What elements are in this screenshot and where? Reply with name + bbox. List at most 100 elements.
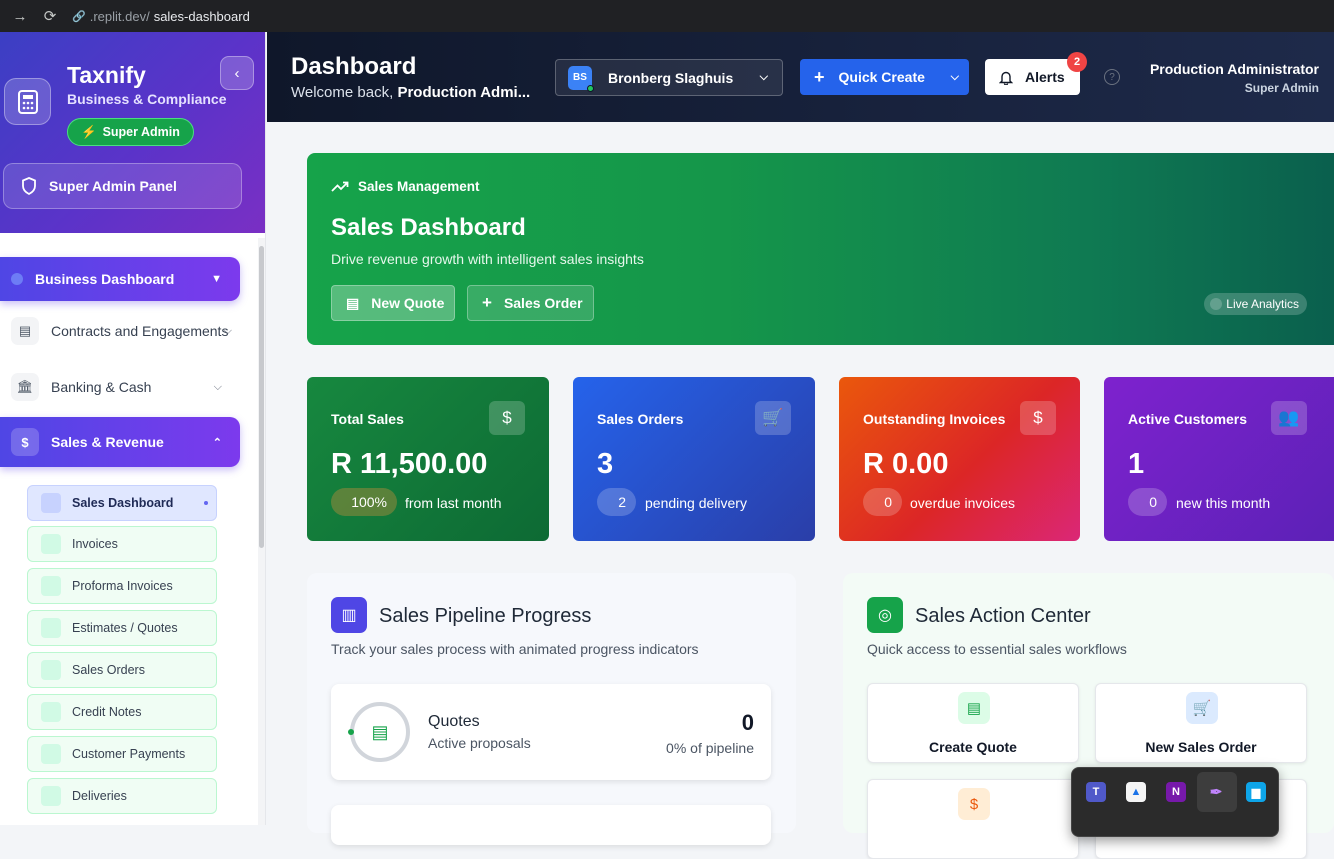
action-label: Create Quote: [929, 739, 1017, 755]
alerts-label: Alerts: [1025, 69, 1065, 85]
subitem-sales-orders[interactable]: Sales Orders: [27, 652, 217, 688]
chevron-up-icon: ⌃: [212, 436, 222, 449]
url-path: sales-dashboard: [153, 8, 250, 24]
reload-icon[interactable]: ⟳: [42, 8, 58, 25]
sidebar-item-label: Business Dashboard: [35, 271, 175, 287]
alerts-button[interactable]: Alerts 2: [985, 52, 1087, 95]
stat-card-sales-orders[interactable]: Sales Orders 🛒 3 2 pending delivery: [573, 377, 815, 541]
document-icon: ▤: [11, 317, 39, 345]
bank-icon: 🏛: [11, 373, 39, 401]
dashboard-dot-icon: [11, 273, 23, 285]
sidebar-header: Taxnify Business & Compliance ⚡ Super Adm…: [0, 32, 265, 233]
subitem-proforma-invoices[interactable]: Proforma Invoices: [27, 568, 217, 604]
sidebar-item-contracts[interactable]: ▤ Contracts and Engagements ⌵: [0, 309, 240, 353]
subitem-deliveries[interactable]: Deliveries: [27, 778, 217, 814]
super-admin-badge-label: Super Admin: [102, 125, 180, 139]
stat-card-active-customers[interactable]: Active Customers 👥 1 0 new this month: [1104, 377, 1334, 541]
welcome-text: Welcome back, Production Admi...: [291, 84, 539, 101]
sidebar-item-banking[interactable]: 🏛 Banking & Cash ⌵: [0, 365, 240, 409]
subitem-label: Sales Orders: [72, 663, 145, 677]
help-icon[interactable]: ?: [1104, 69, 1120, 85]
super-admin-badge: ⚡ Super Admin: [67, 118, 194, 146]
subitem-label: Estimates / Quotes: [72, 621, 178, 635]
new-quote-label: New Quote: [371, 295, 445, 311]
subitem-icon: [41, 534, 61, 554]
action-label: New Sales Order: [1145, 739, 1257, 755]
browser-toolbar: → ⟳ 🔗 .replit.dev/sales-dashboard: [0, 0, 1334, 32]
sidebar-item-sales-revenue[interactable]: $ Sales & Revenue ⌃: [0, 417, 240, 467]
bell-icon: [999, 71, 1013, 85]
live-indicator: [1210, 298, 1222, 310]
invoice-dollar-icon: $: [1020, 401, 1056, 435]
company-initials: BS: [573, 72, 587, 83]
teams-icon[interactable]: T: [1086, 782, 1106, 802]
live-analytics-label: Live Analytics: [1226, 297, 1299, 311]
collapse-sidebar-button[interactable]: ‹: [220, 56, 254, 90]
stat-note: pending delivery: [645, 495, 747, 511]
sidebar-item-label: Sales & Revenue: [51, 434, 164, 450]
progress-ring-dot: [348, 729, 354, 735]
chevron-down-icon: ⌵: [759, 71, 768, 83]
subitem-invoices[interactable]: Invoices: [27, 526, 217, 562]
stat-label: Active Customers: [1128, 411, 1248, 427]
cart-icon: 🛒: [755, 401, 791, 435]
subitem-estimates-quotes[interactable]: Estimates / Quotes: [27, 610, 217, 646]
subitem-icon: [41, 702, 61, 722]
subitem-credit-notes[interactable]: Credit Notes: [27, 694, 217, 730]
stat-label: Total Sales: [331, 411, 404, 427]
alerts-count-badge: 2: [1067, 52, 1087, 72]
hero-tag-label: Sales Management: [358, 179, 480, 194]
stat-value: 1: [1128, 448, 1145, 480]
invoice-action[interactable]: $: [867, 779, 1079, 859]
pipeline-row-quotes[interactable]: ▤ Quotes Active proposals 0 0% of pipeli…: [331, 684, 771, 780]
stat-pill: 0: [1128, 488, 1167, 516]
subitem-icon: [41, 786, 61, 806]
new-sales-order-action[interactable]: 🛒 New Sales Order: [1095, 683, 1307, 763]
create-quote-action[interactable]: ▤ Create Quote: [867, 683, 1079, 763]
calculator-icon: [4, 78, 51, 125]
forward-icon[interactable]: →: [12, 8, 28, 25]
top-header: Dashboard Welcome back, Production Admi.…: [267, 32, 1334, 122]
document-icon: ▤: [371, 721, 389, 742]
new-quote-button[interactable]: ▤ New Quote: [331, 285, 455, 321]
subitem-label: Customer Payments: [72, 747, 186, 761]
google-drive-icon[interactable]: ▲: [1126, 782, 1146, 802]
stat-value: 3: [597, 448, 614, 480]
user-name[interactable]: Production Administrator: [1150, 61, 1319, 77]
onenote-icon[interactable]: N: [1166, 782, 1186, 802]
sales-hero-banner: Sales Management Sales Dashboard Drive r…: [307, 153, 1334, 345]
subitem-label: Sales Dashboard: [72, 496, 174, 510]
address-bar[interactable]: 🔗 .replit.dev/sales-dashboard: [72, 9, 250, 24]
hero-title: Sales Dashboard: [331, 214, 526, 241]
stat-card-total-sales[interactable]: Total Sales $ R 11,500.00 100% from last…: [307, 377, 549, 541]
sidebar: Taxnify Business & Compliance ⚡ Super Adm…: [0, 32, 266, 825]
super-admin-panel-label: Super Admin Panel: [49, 178, 177, 194]
quick-create-label: Quick Create: [838, 69, 925, 85]
pipeline-row-value: 0: [741, 710, 754, 735]
subitem-sales-dashboard[interactable]: Sales Dashboard: [27, 485, 217, 521]
stat-value: R 11,500.00: [331, 448, 488, 480]
sidebar-item-business-dashboard[interactable]: Business Dashboard ▼: [0, 257, 240, 301]
feather-pen-icon[interactable]: ✒: [1206, 782, 1226, 802]
chevron-down-icon: ⌵: [223, 324, 232, 337]
chevron-left-icon: ‹: [234, 64, 240, 82]
subitem-icon: [41, 660, 61, 680]
quick-create-button[interactable]: + Quick Create ⌵: [800, 59, 969, 95]
dollar-icon: $: [489, 401, 525, 435]
sidebar-scrollbar[interactable]: [259, 246, 264, 548]
pipeline-row-subtitle: Active proposals: [428, 735, 531, 751]
online-status-dot: [587, 84, 594, 92]
super-admin-panel-button[interactable]: Super Admin Panel: [3, 163, 242, 209]
pipeline-row-next[interactable]: [331, 805, 771, 845]
subitem-customer-payments[interactable]: Customer Payments: [27, 736, 217, 772]
company-selector[interactable]: BS Bronberg Slaghuis ⌵: [555, 59, 783, 96]
subitem-icon: [41, 576, 61, 596]
users-icon: 👥: [1271, 401, 1307, 435]
brand-name: Taxnify: [67, 62, 146, 88]
sales-order-button[interactable]: + Sales Order: [467, 285, 594, 321]
active-indicator-dot: [204, 501, 208, 505]
stat-card-outstanding-invoices[interactable]: Outstanding Invoices $ R 0.00 0 overdue …: [839, 377, 1080, 541]
link-icon: 🔗: [72, 10, 86, 23]
windows-app-icon[interactable]: ▆: [1246, 782, 1266, 802]
dollar-icon: $: [11, 428, 39, 456]
